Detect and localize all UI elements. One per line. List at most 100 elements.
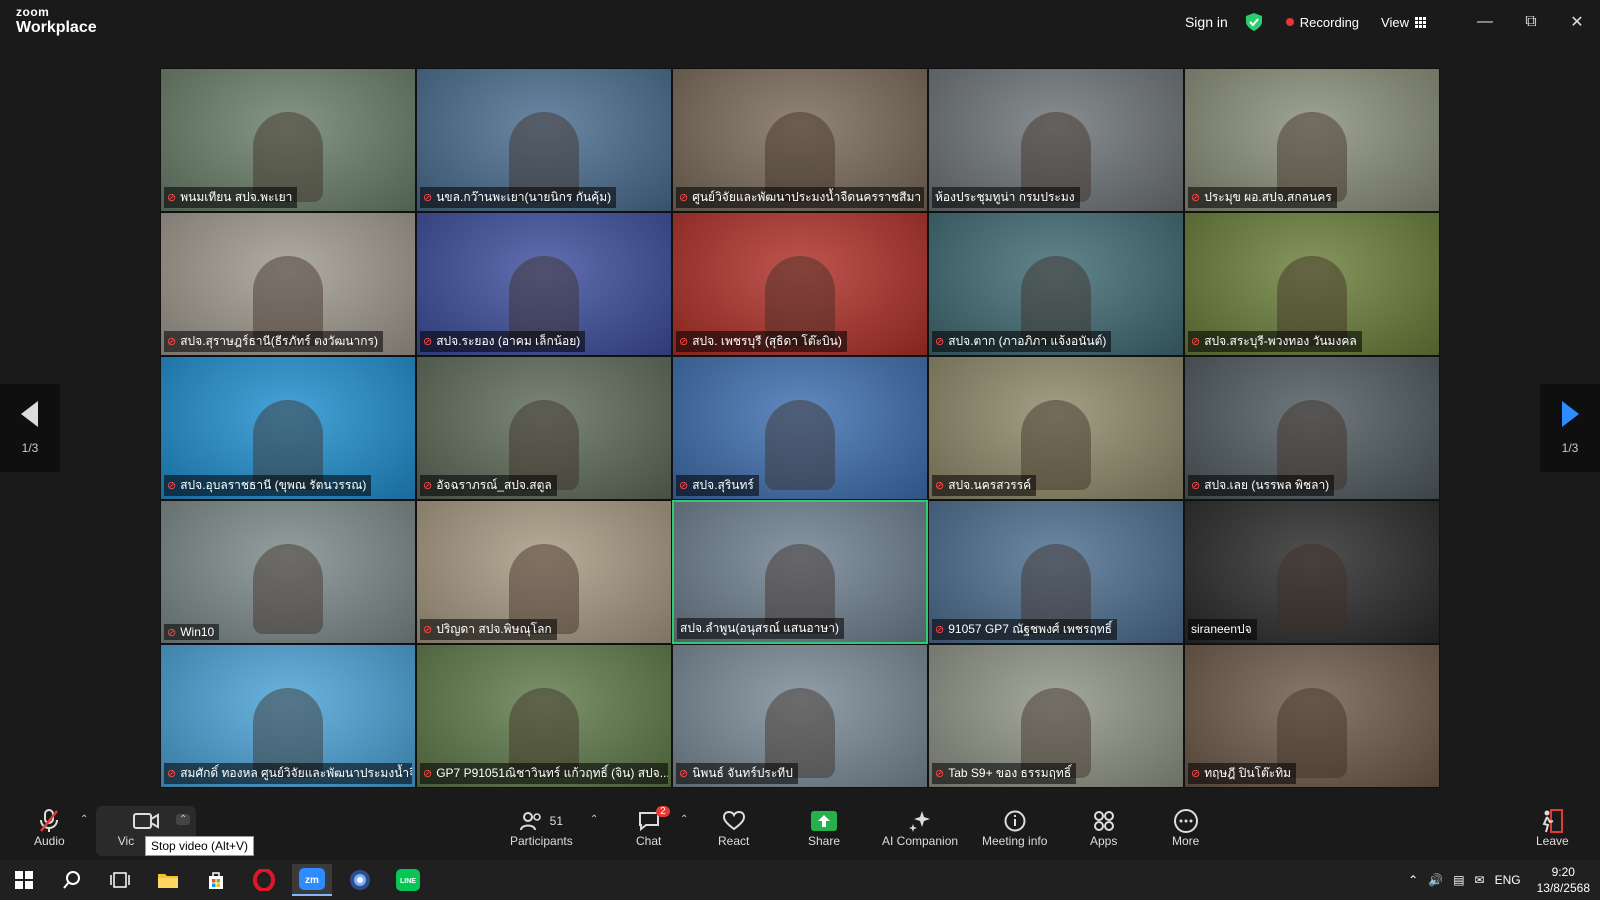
- notification-icon[interactable]: ✉: [1475, 873, 1485, 887]
- camera-icon: [133, 808, 159, 834]
- video-tooltip: Stop video (Alt+V): [145, 836, 255, 856]
- chat-icon: 2: [638, 806, 670, 834]
- participant-name-tag: ⊘ สปจ.ตาก (ภาอภิภา แจ้งอนันต์): [932, 331, 1112, 352]
- audio-label: Audio: [34, 834, 65, 848]
- previous-page-button[interactable]: 1/3: [0, 384, 60, 472]
- participant-name-tag: ⊘ ศูนย์วิจัยและพัฒนาประมงน้ำจืดนครราชสีมา: [676, 187, 924, 208]
- close-icon[interactable]: ✕: [1554, 0, 1600, 44]
- participant-name: Win10: [180, 625, 215, 639]
- participant-tile[interactable]: ⊘ ประมุข ผอ.สปจ.สกลนคร: [1184, 68, 1440, 212]
- participant-tile[interactable]: ⊘ อัจฉราภรณ์_สปจ.สตูล: [416, 356, 672, 500]
- participant-name-tag: ⊘ นขล.กว๊านพะเยา(นายนิกร กันคุ้ม): [420, 187, 617, 208]
- view-label: View: [1381, 14, 1409, 30]
- participant-tile[interactable]: ห้องประชุมทูน่า กรมประมง: [928, 68, 1184, 212]
- line-app-icon[interactable]: LINE: [388, 864, 428, 896]
- participant-tile[interactable]: ⊘ สปจ.ระยอง (อาคม เล็กน้อย): [416, 212, 672, 356]
- chat-button[interactable]: 2 Chat: [636, 806, 670, 848]
- tray-chevron-icon[interactable]: ⌃: [1408, 873, 1418, 887]
- participant-name-tag: ⊘ อัจฉราภรณ์_สปจ.สตูล: [420, 475, 557, 496]
- video-options-caret-icon[interactable]: ⌃: [176, 814, 191, 825]
- network-icon[interactable]: ▤: [1453, 873, 1464, 887]
- muted-mic-icon: ⊘: [1191, 192, 1201, 204]
- sign-in-button[interactable]: Sign in: [1185, 14, 1228, 30]
- audio-button[interactable]: Audio: [34, 808, 65, 848]
- participant-tile[interactable]: ⊘ สปจ.อุบลราชธานี (ขุพณ รัตนวรรณ): [160, 356, 416, 500]
- more-button[interactable]: More: [1172, 808, 1199, 848]
- apps-label: Apps: [1090, 834, 1118, 848]
- apps-button[interactable]: Apps: [1090, 808, 1117, 848]
- participant-name: สปจ.สระบุรี-พวงทอง วันมงคล: [1204, 334, 1357, 348]
- security-shield-icon[interactable]: [1245, 13, 1262, 31]
- participant-tile[interactable]: ⊘ สปจ.ตาก (ภาอภิภา แจ้งอนันต์): [928, 212, 1184, 356]
- participant-name: นิพนธ์ จันทร์ประทีป: [692, 766, 793, 780]
- participant-tile[interactable]: ⊘ พนมเทียน สปจ.พะเยา: [160, 68, 416, 212]
- share-screen-icon: [811, 808, 838, 834]
- participant-tile[interactable]: ⊘ ทฤษฎี ปินโต๊ะทิม: [1184, 644, 1440, 788]
- microsoft-store-icon[interactable]: [196, 864, 236, 896]
- participant-tile[interactable]: siraneenปจ: [1184, 500, 1440, 644]
- participant-tile[interactable]: ⊘ สปจ.เลย (นรรพล พิชลา): [1184, 356, 1440, 500]
- leave-button[interactable]: Leave: [1536, 808, 1569, 848]
- meeting-info-label: Meeting info: [982, 834, 1048, 848]
- clock[interactable]: 9:20 13/8/2568: [1537, 864, 1590, 896]
- react-label: React: [718, 834, 750, 848]
- participant-tile[interactable]: ⊘ ศูนย์วิจัยและพัฒนาประมงน้ำจืดนครราชสีมา: [672, 68, 928, 212]
- participant-tile[interactable]: ⊘ Tab S9+ ของ ธรรมฤทธิ์: [928, 644, 1184, 788]
- svg-text:LINE: LINE: [400, 878, 416, 885]
- participant-video: [253, 543, 323, 634]
- muted-mic-icon: ⊘: [1191, 768, 1201, 780]
- zoom-taskbar-icon[interactable]: zm: [292, 864, 332, 896]
- participant-tile[interactable]: ⊘ สปจ.สุราษฎร์ธานี(ธีรภัทร์ ตงวัฒนากร): [160, 212, 416, 356]
- muted-mic-icon: ⊘: [935, 336, 945, 348]
- audio-options-caret-icon[interactable]: ⌃: [80, 814, 88, 825]
- muted-mic-icon: ⊘: [679, 768, 689, 780]
- gallery-grid: ⊘ พนมเทียน สปจ.พะเยา ⊘ นขล.กว๊านพะเยา(นายนิ…: [160, 68, 1440, 788]
- participant-tile[interactable]: สปจ.ลำพูน(อนุสรณ์ แสนอาษา): [672, 500, 928, 644]
- participants-button[interactable]: 51 Participants: [510, 808, 573, 848]
- minimize-icon[interactable]: —: [1462, 0, 1508, 44]
- volume-icon[interactable]: 🔊: [1428, 873, 1443, 887]
- participant-tile[interactable]: ⊘ 91057 GP7 ณัฐชพงศ์ เพชรฤทธิ์: [928, 500, 1184, 644]
- participant-name: นขล.กว๊านพะเยา(นายนิกร กันคุ้ม): [436, 190, 612, 204]
- participant-tile[interactable]: ⊘ สปจ.นครสวรรค์: [928, 356, 1184, 500]
- chat-caret-icon[interactable]: ⌃: [680, 814, 688, 825]
- participant-tile[interactable]: ⊘ สปจ.สุรินทร์: [672, 356, 928, 500]
- arrow-left-icon: [21, 401, 38, 427]
- participant-tile[interactable]: ⊘ ปริญดา สปจ.พิษณุโลก: [416, 500, 672, 644]
- search-icon[interactable]: [52, 864, 92, 896]
- participant-tile[interactable]: ⊘ สปจ.สระบุรี-พวงทอง วันมงคล: [1184, 212, 1440, 356]
- participant-tile[interactable]: ⊘ นขล.กว๊านพะเยา(นายนิกร กันคุ้ม): [416, 68, 672, 212]
- meeting-info-button[interactable]: Meeting info: [982, 808, 1047, 848]
- participants-caret-icon[interactable]: ⌃: [590, 814, 598, 825]
- restore-icon[interactable]: ⧉: [1508, 0, 1554, 44]
- opera-browser-icon[interactable]: [244, 864, 284, 896]
- app-circle-icon[interactable]: [340, 864, 380, 896]
- participant-tile[interactable]: ⊘ สมศักดิ์ ทองหล ศูนย์วิจัยและพัฒนาประมงน…: [160, 644, 416, 788]
- file-explorer-icon[interactable]: [148, 864, 188, 896]
- windows-start-icon[interactable]: [4, 864, 44, 896]
- participant-name: สปจ.ระยอง (อาคม เล็กน้อย): [436, 334, 581, 348]
- ai-companion-label: AI Companion: [882, 834, 959, 848]
- participant-name-tag: ⊘ สปจ.สระบุรี-พวงทอง วันมงคล: [1188, 331, 1362, 352]
- share-button[interactable]: Share: [808, 808, 840, 848]
- next-page-button[interactable]: 1/3: [1540, 384, 1600, 472]
- leave-icon: [1541, 808, 1564, 834]
- react-button[interactable]: React: [718, 808, 749, 848]
- participant-name-tag: ⊘ พนมเทียน สปจ.พะเยา: [164, 187, 298, 208]
- view-button[interactable]: View: [1381, 15, 1426, 30]
- participant-tile[interactable]: ⊘ สปจ. เพชรบุรี (สุธิดา โต๊ะบิน): [672, 212, 928, 356]
- muted-mic-icon: ⊘: [167, 336, 177, 348]
- participant-name: พนมเทียน สปจ.พะเยา: [180, 190, 293, 204]
- ai-companion-button[interactable]: AI Companion: [882, 808, 958, 848]
- participant-count: 51: [549, 814, 564, 828]
- muted-mic-icon: ⊘: [679, 336, 689, 348]
- task-view-icon[interactable]: [100, 864, 140, 896]
- participant-tile[interactable]: ⊘ GP7 P91051ณิชาวินทร์ แก้วฤทธิ์ (จิน) สป…: [416, 644, 672, 788]
- language-indicator[interactable]: ENG: [1495, 873, 1521, 887]
- participant-name: siraneenปจ: [1191, 622, 1252, 636]
- muted-mic-icon: ⊘: [935, 768, 945, 780]
- recording-indicator[interactable]: Recording: [1285, 15, 1359, 30]
- participant-tile[interactable]: ⊘ Win10: [160, 500, 416, 644]
- participant-tile[interactable]: ⊘ นิพนธ์ จันทร์ประทีป: [672, 644, 928, 788]
- participant-name: สปจ.สุรินทร์: [692, 478, 754, 492]
